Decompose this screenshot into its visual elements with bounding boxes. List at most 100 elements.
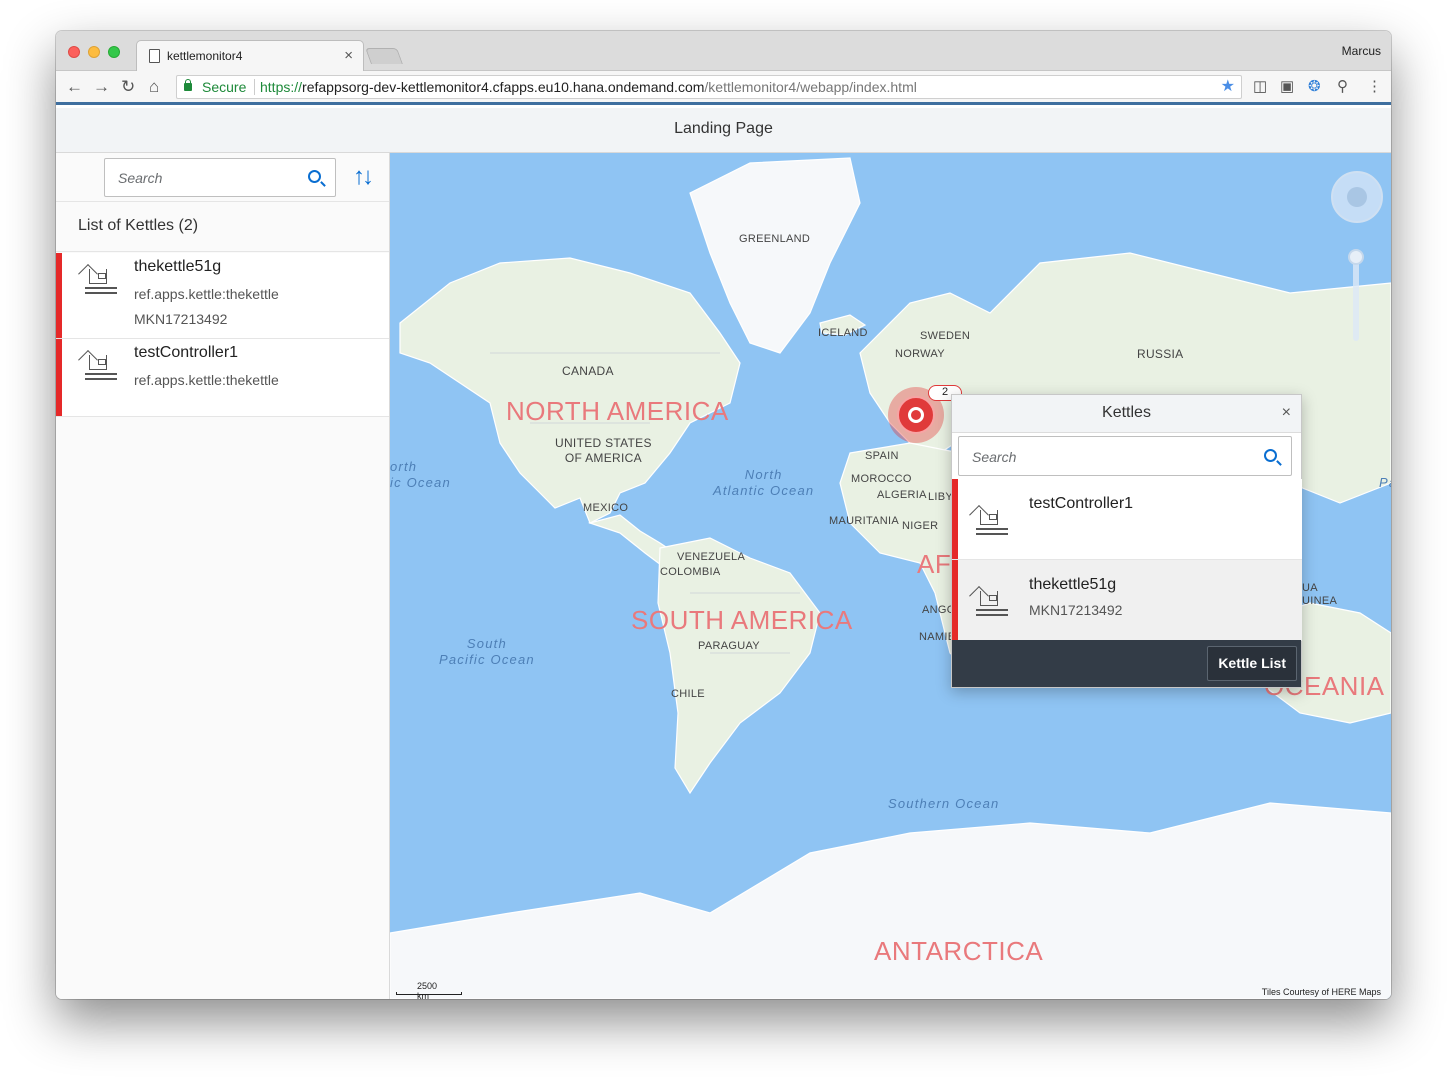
label-paraguay: PARAGUAY <box>698 640 760 652</box>
sidebar-item-thekettle51g[interactable]: thekettle51g ref.apps.kettle:thekettle M… <box>56 253 389 339</box>
list-header: List of Kettles (2) <box>56 201 389 252</box>
continent-south-america: SOUTH AMERICA <box>631 605 853 635</box>
kettles-popover: Kettles × Search testController1 thekett… <box>951 394 1302 688</box>
search-icon[interactable] <box>1264 449 1277 462</box>
popover-item-testcontroller1[interactable]: testController1 <box>952 479 1302 560</box>
search-placeholder: Search <box>118 170 163 186</box>
page-icon <box>149 49 160 63</box>
label-papua: UA UINEA <box>1302 582 1338 607</box>
popover-header: Kettles × <box>952 395 1301 433</box>
label-mauritania: MAURITANIA <box>829 515 900 527</box>
address-separator <box>254 79 255 95</box>
new-tab-button[interactable] <box>365 48 403 64</box>
label-niger: NIGER <box>902 520 939 532</box>
ocean-pacific-edge: Pa <box>1379 475 1391 490</box>
label-mexico: MEXICO <box>583 502 629 514</box>
kettle-list-button[interactable]: Kettle List <box>1207 646 1297 681</box>
page-title: Landing Page <box>674 120 773 137</box>
back-arrow-icon[interactable]: ← <box>66 77 83 97</box>
url-path: /kettlemonitor4/webapp/index.html <box>704 79 917 95</box>
kettle-name: testController1 <box>1029 495 1134 512</box>
ocean-north-pacific: orth ic Ocean <box>390 459 451 490</box>
list-title: List of Kettles (2) <box>78 217 199 234</box>
tab-strip: kettlemonitor4 × Marcus <box>56 31 1391 72</box>
label-spain: SPAIN <box>865 450 899 462</box>
home-icon[interactable]: ⌂ <box>149 77 159 97</box>
label-iceland: ICELAND <box>818 327 868 339</box>
screenshot-icon[interactable]: ▣ <box>1280 77 1294 95</box>
sidebar-search-input[interactable]: Search <box>104 158 336 197</box>
pocket-icon[interactable]: ◫ <box>1253 77 1267 95</box>
label-morocco: MOROCCO <box>851 473 912 485</box>
page-header: Landing Page <box>56 108 1391 153</box>
kettle-cluster-marker[interactable]: 2 <box>888 385 962 443</box>
map-attribution: Tiles Courtesy of HERE Maps <box>1261 987 1381 997</box>
browser-window: kettlemonitor4 × Marcus ← → ↻ ⌂ Secure h… <box>56 31 1391 999</box>
continent-africa: AF <box>917 549 952 579</box>
label-algeria: ALGERIA <box>877 489 927 501</box>
label-russia: RUSSIA <box>1137 347 1184 361</box>
tab-title: kettlemonitor4 <box>167 49 243 63</box>
kettle-icon <box>969 585 1010 617</box>
url-text[interactable]: https://refappsorg-dev-kettlemonitor4.cf… <box>260 76 917 98</box>
menu-dots-icon[interactable]: ⋮ <box>1367 77 1382 95</box>
lock-icon <box>184 79 192 91</box>
map-navigation-icon[interactable] <box>1331 171 1383 223</box>
label-canada: CANADA <box>562 364 614 378</box>
kettle-serial: MKN17213492 <box>134 311 228 327</box>
label-libya: LIBY <box>928 491 954 503</box>
kettle-icon <box>969 504 1010 536</box>
url-scheme: https:// <box>260 79 303 95</box>
search-icon[interactable] <box>308 170 321 183</box>
status-indicator <box>952 560 958 640</box>
profile-name[interactable]: Marcus <box>1342 44 1381 58</box>
kettle-sidebar: Search ↑↓ List of Kettles (2) thekettle5… <box>56 153 390 999</box>
key-icon[interactable]: ⚲ <box>1337 77 1348 95</box>
popover-footer: Kettle List <box>952 640 1301 687</box>
address-bar[interactable]: Secure https://refappsorg-dev-kettlemoni… <box>176 75 1242 99</box>
sort-icon[interactable]: ↑↓ <box>353 163 374 191</box>
continent-antarctica: ANTARCTICA <box>874 936 1044 966</box>
label-chile: CHILE <box>671 688 705 700</box>
url-host: refappsorg-dev-kettlemonitor4.cfapps.eu1… <box>302 79 705 95</box>
continent-north-america: NORTH AMERICA <box>506 396 729 426</box>
close-window-button[interactable] <box>68 46 80 58</box>
reload-icon[interactable]: ↻ <box>121 77 135 97</box>
kettle-name: testController1 <box>134 344 239 361</box>
status-indicator <box>56 253 62 338</box>
popover-item-thekettle51g[interactable]: thekettle51g MKN17213492 <box>952 560 1302 641</box>
secure-label: Secure <box>202 79 247 95</box>
kettle-name: thekettle51g <box>1029 576 1117 593</box>
tab-kettlemonitor4[interactable]: kettlemonitor4 × <box>136 40 364 72</box>
label-colombia: COLOMBIA <box>660 566 721 578</box>
kettle-icon <box>78 263 119 295</box>
label-namibia: NAMIB <box>919 631 956 643</box>
kettle-icon <box>78 349 119 381</box>
popover-title: Kettles <box>1102 404 1151 421</box>
extension-icon[interactable]: ❂ <box>1308 77 1321 95</box>
kettle-name: thekettle51g <box>134 258 222 275</box>
browser-toolbar: ← → ↻ ⌂ Secure https://refappsorg-dev-ke… <box>56 71 1391 105</box>
kettle-serial: MKN17213492 <box>1029 602 1123 618</box>
search-placeholder: Search <box>972 449 1017 465</box>
label-greenland: GREENLAND <box>739 233 811 245</box>
status-indicator <box>952 479 958 559</box>
status-indicator <box>56 339 62 416</box>
minimize-window-button[interactable] <box>88 46 100 58</box>
popover-search-input[interactable]: Search <box>958 436 1292 476</box>
maximize-window-button[interactable] <box>108 46 120 58</box>
kettle-type: ref.apps.kettle:thekettle <box>134 286 279 302</box>
ocean-south-pacific: South Pacific Ocean <box>439 636 535 667</box>
label-venezuela: VENEZUELA <box>677 551 746 563</box>
sidebar-item-testcontroller1[interactable]: testController1 ref.apps.kettle:thekettl… <box>56 339 389 417</box>
close-icon[interactable]: × <box>1282 403 1291 423</box>
forward-arrow-icon[interactable]: → <box>93 77 110 97</box>
ocean-southern: Southern Ocean <box>888 796 1000 811</box>
bookmark-star-icon[interactable]: ★ <box>1221 76 1235 98</box>
zoom-slider-handle[interactable] <box>1348 249 1364 265</box>
label-usa: UNITED STATES OF AMERICA <box>555 436 652 465</box>
kettle-type: ref.apps.kettle:thekettle <box>134 372 279 388</box>
tab-close-icon[interactable]: × <box>344 47 353 64</box>
label-sweden: SWEDEN <box>920 330 971 342</box>
zoom-slider[interactable] <box>1353 253 1359 341</box>
